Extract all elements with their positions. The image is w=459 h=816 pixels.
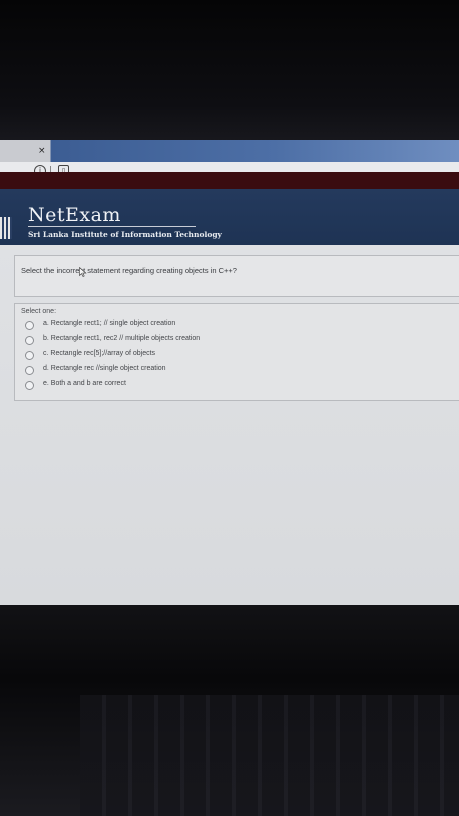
radio-button[interactable] xyxy=(25,321,34,330)
option-label[interactable]: b. Rectangle rect1, rec2 // multiple obj… xyxy=(43,335,200,342)
select-one-label: Select one: xyxy=(21,308,57,315)
answer-option-b[interactable]: b. Rectangle rect1, rec2 // multiple obj… xyxy=(25,335,445,347)
mouse-cursor-icon xyxy=(79,267,87,277)
photo-background-top xyxy=(0,0,459,150)
option-label[interactable]: d. Rectangle rec //single object creatio… xyxy=(43,365,166,372)
question-text: Select the incorrect statement regarding… xyxy=(21,266,237,275)
quiz-content: Select the incorrect statement regarding… xyxy=(0,245,459,605)
answer-option-d[interactable]: d. Rectangle rec //single object creatio… xyxy=(25,365,445,377)
option-label[interactable]: a. Rectangle rect1; // single object cre… xyxy=(43,320,175,327)
close-tab-icon[interactable]: × xyxy=(38,146,46,156)
brand-title[interactable]: NetExam xyxy=(28,204,121,226)
site-header: NetExam Sri Lanka Institute of Informati… xyxy=(0,189,459,245)
radio-button[interactable] xyxy=(25,381,34,390)
brand-divider xyxy=(28,226,196,227)
radio-button[interactable] xyxy=(25,351,34,360)
option-label[interactable]: e. Both a and b are correct xyxy=(43,380,126,387)
site-top-band xyxy=(0,172,459,189)
radio-button[interactable] xyxy=(25,336,34,345)
keyboard-shadow xyxy=(80,695,459,816)
answer-option-e[interactable]: e. Both a and b are correct xyxy=(25,380,445,392)
option-label[interactable]: c. Rectangle rec[5];//array of objects xyxy=(43,350,155,357)
institute-logo-icon xyxy=(0,217,12,239)
institute-name: Sri Lanka Institute of Information Techn… xyxy=(28,230,222,239)
photo-background-bottom xyxy=(0,605,459,816)
answer-option-c[interactable]: c. Rectangle rec[5];//array of objects xyxy=(25,350,445,362)
radio-button[interactable] xyxy=(25,366,34,375)
answer-panel: Select one: a. Rectangle rect1; // singl… xyxy=(14,303,459,401)
answer-option-a[interactable]: a. Rectangle rect1; // single object cre… xyxy=(25,320,445,332)
tab-strip: × xyxy=(0,140,459,162)
browser-window: × i ▯ NetExam Sri Lanka Institute of Inf… xyxy=(0,140,459,605)
